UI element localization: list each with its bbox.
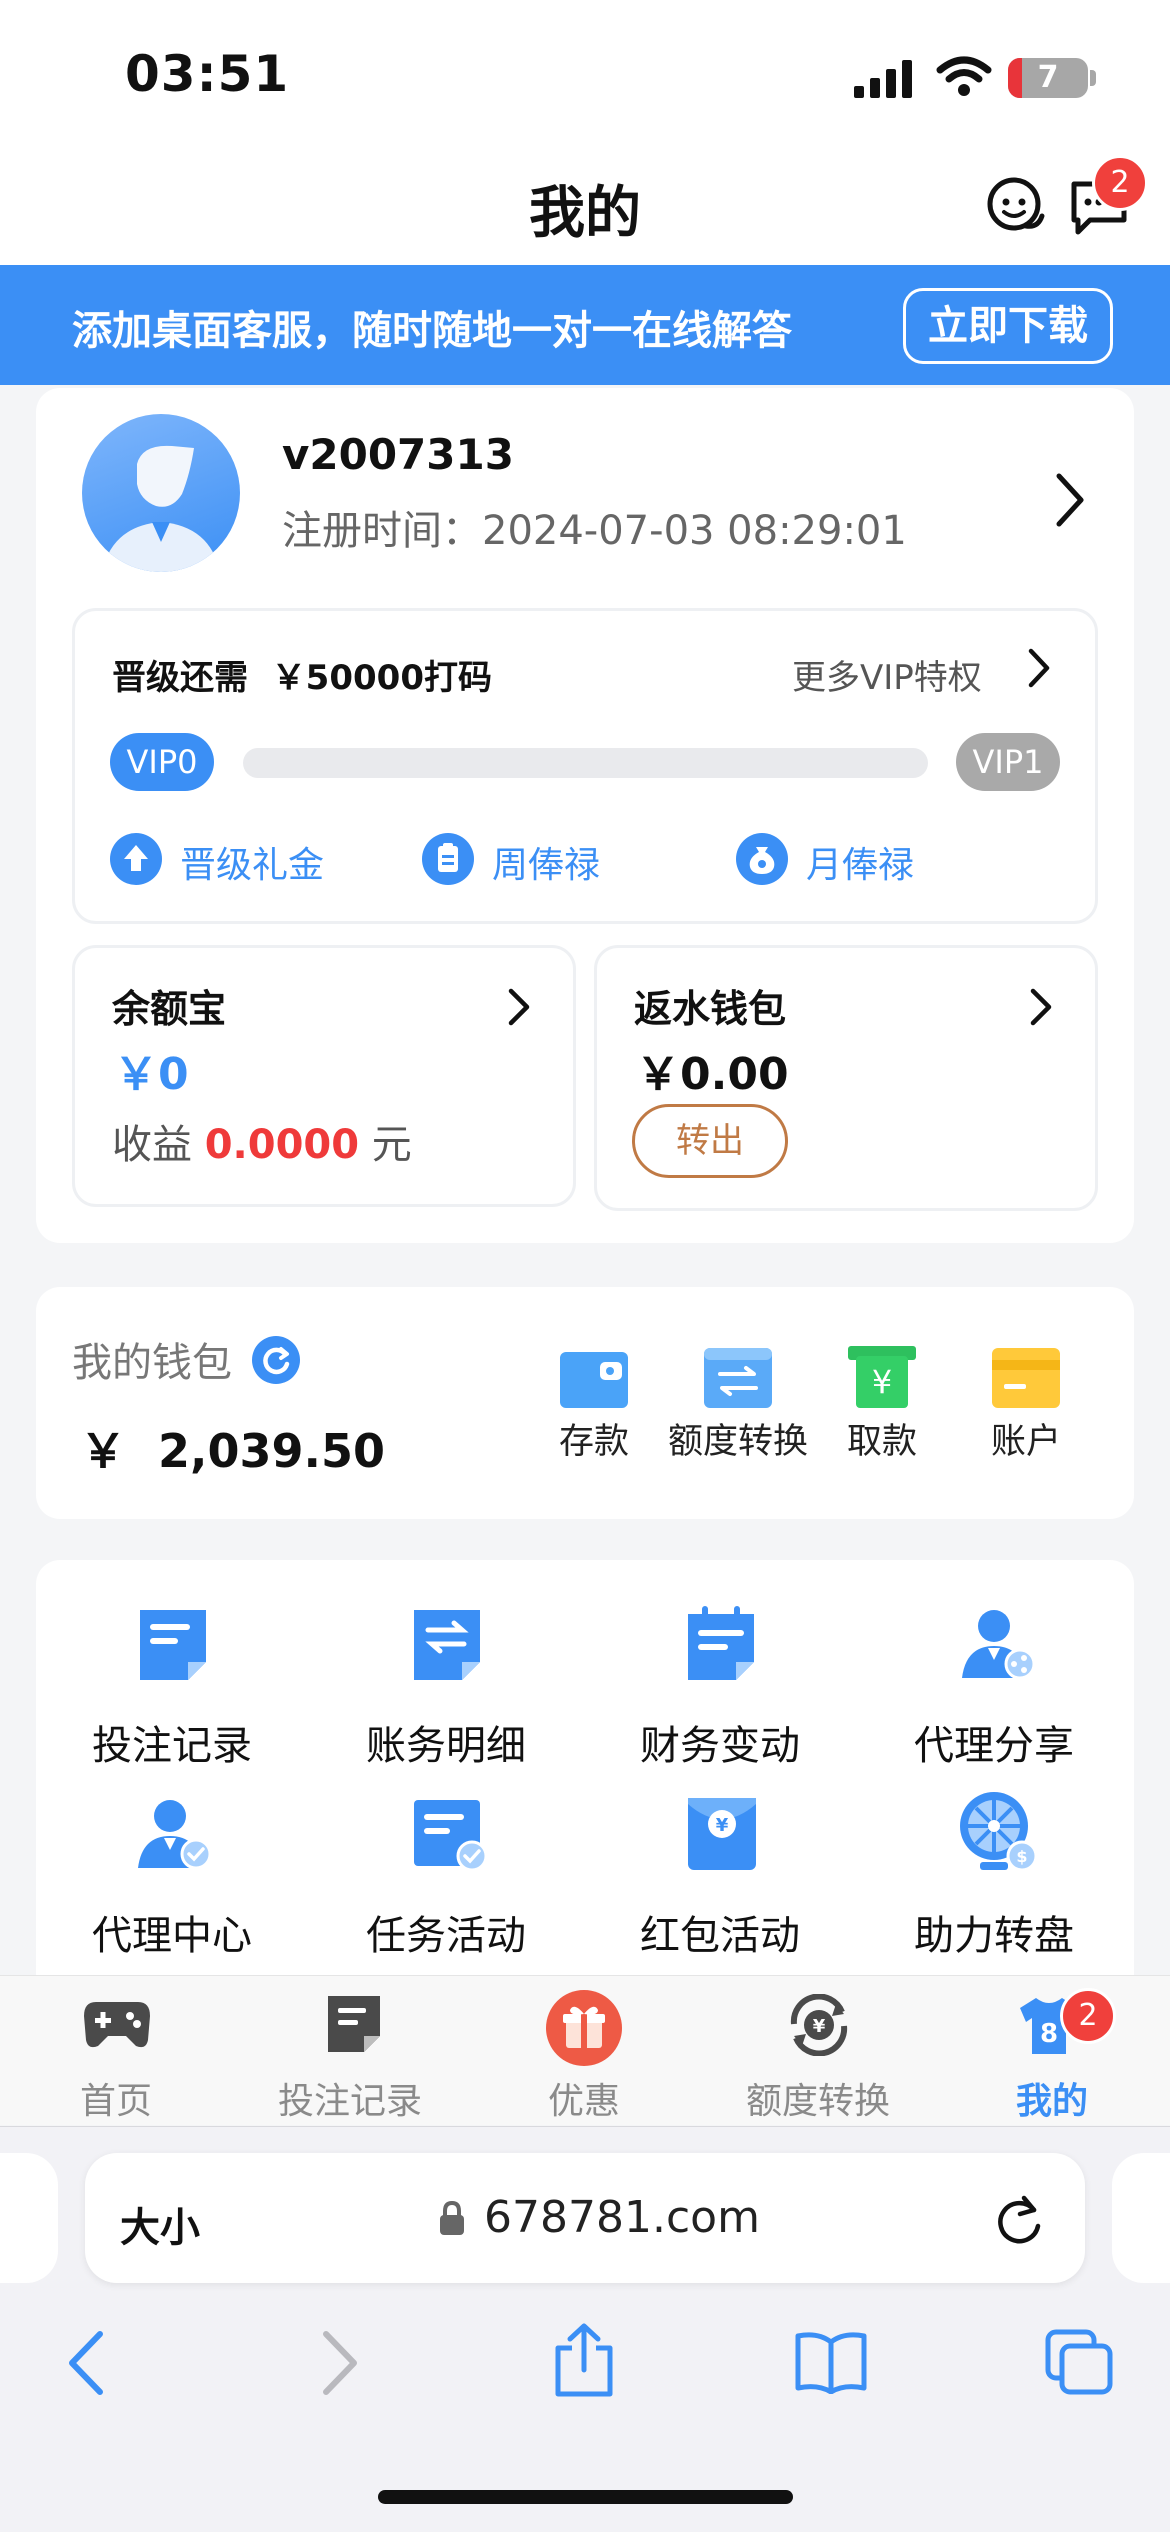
withdraw-icon[interactable]: ¥ [848,1346,916,1408]
quota-transfer-icon[interactable] [704,1348,772,1408]
reload-icon[interactable] [994,2192,1046,2248]
username: v2007313 [282,430,514,479]
battery-icon: 7 [1008,58,1088,98]
tab-bet-records[interactable]: 投注记录 [250,2072,450,2124]
lucky-wheel-icon[interactable]: $ [956,1790,1040,1874]
rebate-wallet-title: 返水钱包 [634,987,787,1031]
wallet-title: 我的钱包 [72,1340,232,1386]
refresh-icon[interactable] [252,1336,300,1384]
share-icon[interactable] [552,2322,616,2398]
vip-current-badge: VIP0 [110,733,214,791]
finance-changes-icon[interactable] [684,1606,758,1682]
grid-item-lucky-wheel[interactable]: 助力转盘 [864,1903,1124,1961]
agent-center-icon[interactable] [134,1794,214,1874]
svg-text:¥: ¥ [716,1815,729,1836]
text-size-button[interactable]: 大小 [120,2195,200,2253]
forward-icon[interactable] [320,2330,360,2396]
back-icon[interactable] [66,2330,106,2396]
task-activity-icon[interactable] [410,1796,488,1872]
gamepad-icon[interactable] [82,1996,152,2052]
tab-mine[interactable]: 我的 [952,2072,1152,2124]
grid-item-agent-center[interactable]: 代理中心 [42,1903,302,1961]
grid-item-task-activity[interactable]: 任务活动 [316,1903,576,1961]
perk-upgrade-gift[interactable]: 晋级礼金 [180,836,324,888]
perk-monthly-salary[interactable]: 月俸禄 [806,836,914,888]
vip-progress-bar [243,748,928,778]
bet-record-tab-icon[interactable] [326,1994,382,2054]
red-packet-icon[interactable]: ¥ [686,1794,758,1872]
vip-next-badge: VIP1 [956,733,1060,791]
promotion-gift-icon[interactable] [546,1990,622,2066]
wallet-balance: ￥ 2,039.50 [80,1424,386,1478]
deposit-icon[interactable] [560,1348,628,1408]
lock-icon [438,2200,466,2236]
signal-icon [854,58,916,98]
vip-requirement: 晋级还需 ￥50000打码 [112,658,492,698]
weekly-salary-icon [422,833,474,885]
yuebao-amount: ￥0 [114,1049,189,1100]
rebate-amount: ￥0.00 [636,1049,789,1100]
tab-quota-transfer[interactable]: 额度转换 [718,2072,918,2124]
grid-item-agent-share[interactable]: 代理分享 [864,1713,1124,1771]
tab-promotions[interactable]: 优惠 [484,2072,684,2124]
register-time: 注册时间：2024-07-03 08:29:01 [282,508,907,554]
perk-weekly-salary[interactable]: 周俸禄 [492,836,600,888]
bookmarks-icon[interactable] [794,2330,868,2394]
battery-tip [1090,70,1096,86]
profile-chevron-icon[interactable] [1055,472,1085,528]
monthly-salary-icon [736,833,788,885]
svg-text:¥: ¥ [872,1363,892,1401]
account-label[interactable]: 账户 [941,1413,1111,1464]
bet-records-icon[interactable] [136,1606,210,1682]
yuebao-chevron-icon[interactable] [508,988,530,1026]
home-indicator [378,2490,793,2504]
account-icon[interactable] [992,1348,1060,1408]
grid-item-finance-changes[interactable]: 财务变动 [590,1713,850,1771]
upgrade-gift-icon [110,833,162,885]
customer-service-icon[interactable] [982,172,1048,238]
download-button[interactable]: 立即下载 [903,288,1113,364]
transfer-out-button[interactable]: 转出 [632,1104,788,1178]
svg-text:$: $ [1016,1847,1027,1866]
svg-text:¥: ¥ [813,2016,826,2037]
quota-transfer-tab-icon[interactable]: ¥ [784,1994,854,2056]
status-time: 03:51 [125,45,290,103]
next-tab-preview[interactable] [1112,2153,1170,2283]
prev-tab-preview[interactable] [0,2153,58,2283]
wifi-icon [936,56,992,98]
more-vip-link[interactable]: 更多VIP特权 [792,650,982,699]
avatar[interactable] [82,414,240,572]
message-badge: 2 [1092,155,1148,211]
tab-home[interactable]: 首页 [16,2072,216,2124]
grid-item-bet-records[interactable]: 投注记录 [42,1713,302,1771]
agent-share-icon[interactable] [958,1604,1038,1684]
yuebao-income: 收益 0.0000 元 [112,1122,412,1168]
account-details-icon[interactable] [410,1606,484,1682]
grid-item-red-packet[interactable]: 红包活动 [590,1903,850,1961]
vip-chevron-icon[interactable] [1028,648,1050,688]
tabs-icon[interactable] [1044,2328,1114,2396]
url-text[interactable]: 678781.com [484,2192,760,2243]
banner-text: 添加桌面客服，随时随地一对一在线解答 [72,308,792,354]
mine-tab-badge: 2 [1060,1988,1116,2044]
yuebao-title: 余额宝 [112,987,227,1031]
svg-text:8: 8 [1040,2019,1058,2049]
grid-item-account-details[interactable]: 账务明细 [316,1713,576,1771]
rebate-chevron-icon[interactable] [1030,988,1052,1026]
